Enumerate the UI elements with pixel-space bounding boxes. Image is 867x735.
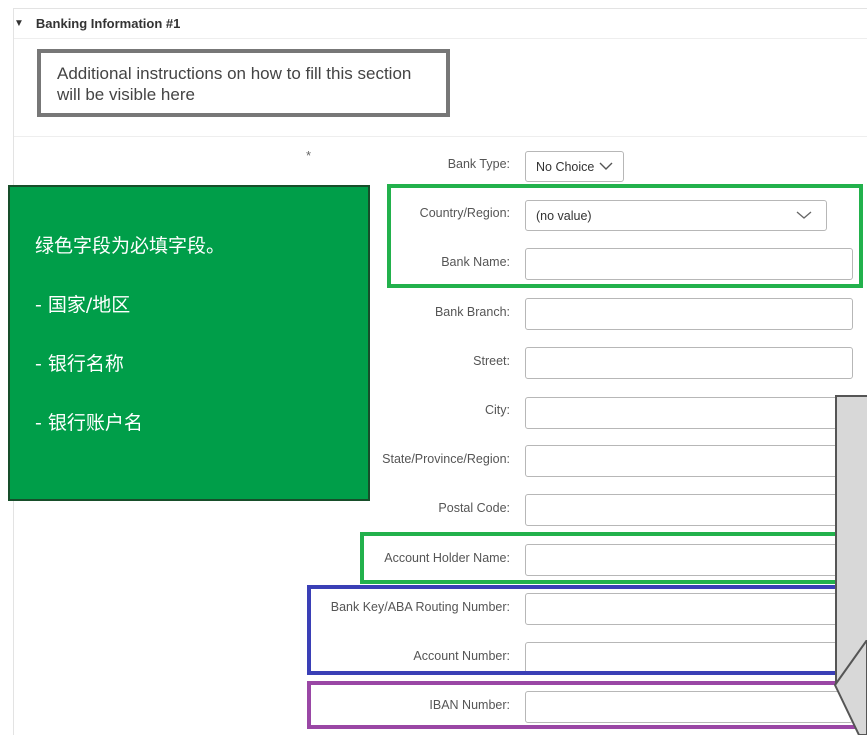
chevron-down-icon (599, 160, 613, 174)
street-input[interactable] (525, 347, 853, 379)
note-heading: 绿色字段为必填字段。 (35, 235, 226, 257)
postal-code-label: Postal Code: (438, 501, 510, 515)
note-item-account-name: - 银行账户名 (35, 412, 143, 434)
required-fields-highlight (387, 184, 863, 288)
collapse-triangle-icon[interactable]: ▼ (14, 18, 24, 29)
callout-pointer (833, 640, 867, 735)
city-input[interactable] (525, 397, 853, 429)
section-title: Banking Information #1 (35, 16, 181, 31)
required-fields-note: 绿色字段为必填字段。 - 国家/地区 - 银行名称 - 银行账户名 (8, 185, 370, 501)
bank-type-select[interactable]: No Choice (525, 151, 624, 182)
bank-branch-input[interactable] (525, 298, 853, 330)
note-item-country: - 国家/地区 (35, 294, 131, 316)
instructions-box: Additional instructions on how to fill t… (37, 49, 450, 117)
bank-key-account-highlight (307, 585, 863, 675)
account-holder-highlight (360, 532, 862, 584)
bank-type-value: No Choice (536, 159, 595, 174)
section-header[interactable]: ▼ Banking Information #1 (14, 16, 180, 31)
iban-highlight (307, 681, 863, 729)
state-province-region-input[interactable] (525, 445, 853, 477)
frame-top-border (13, 8, 867, 9)
section-divider (14, 38, 867, 39)
bank-type-label: Bank Type: (447, 157, 510, 171)
postal-code-input[interactable] (525, 494, 853, 526)
note-item-bank-name: - 银行名称 (35, 353, 124, 375)
instructions-divider (14, 136, 867, 137)
